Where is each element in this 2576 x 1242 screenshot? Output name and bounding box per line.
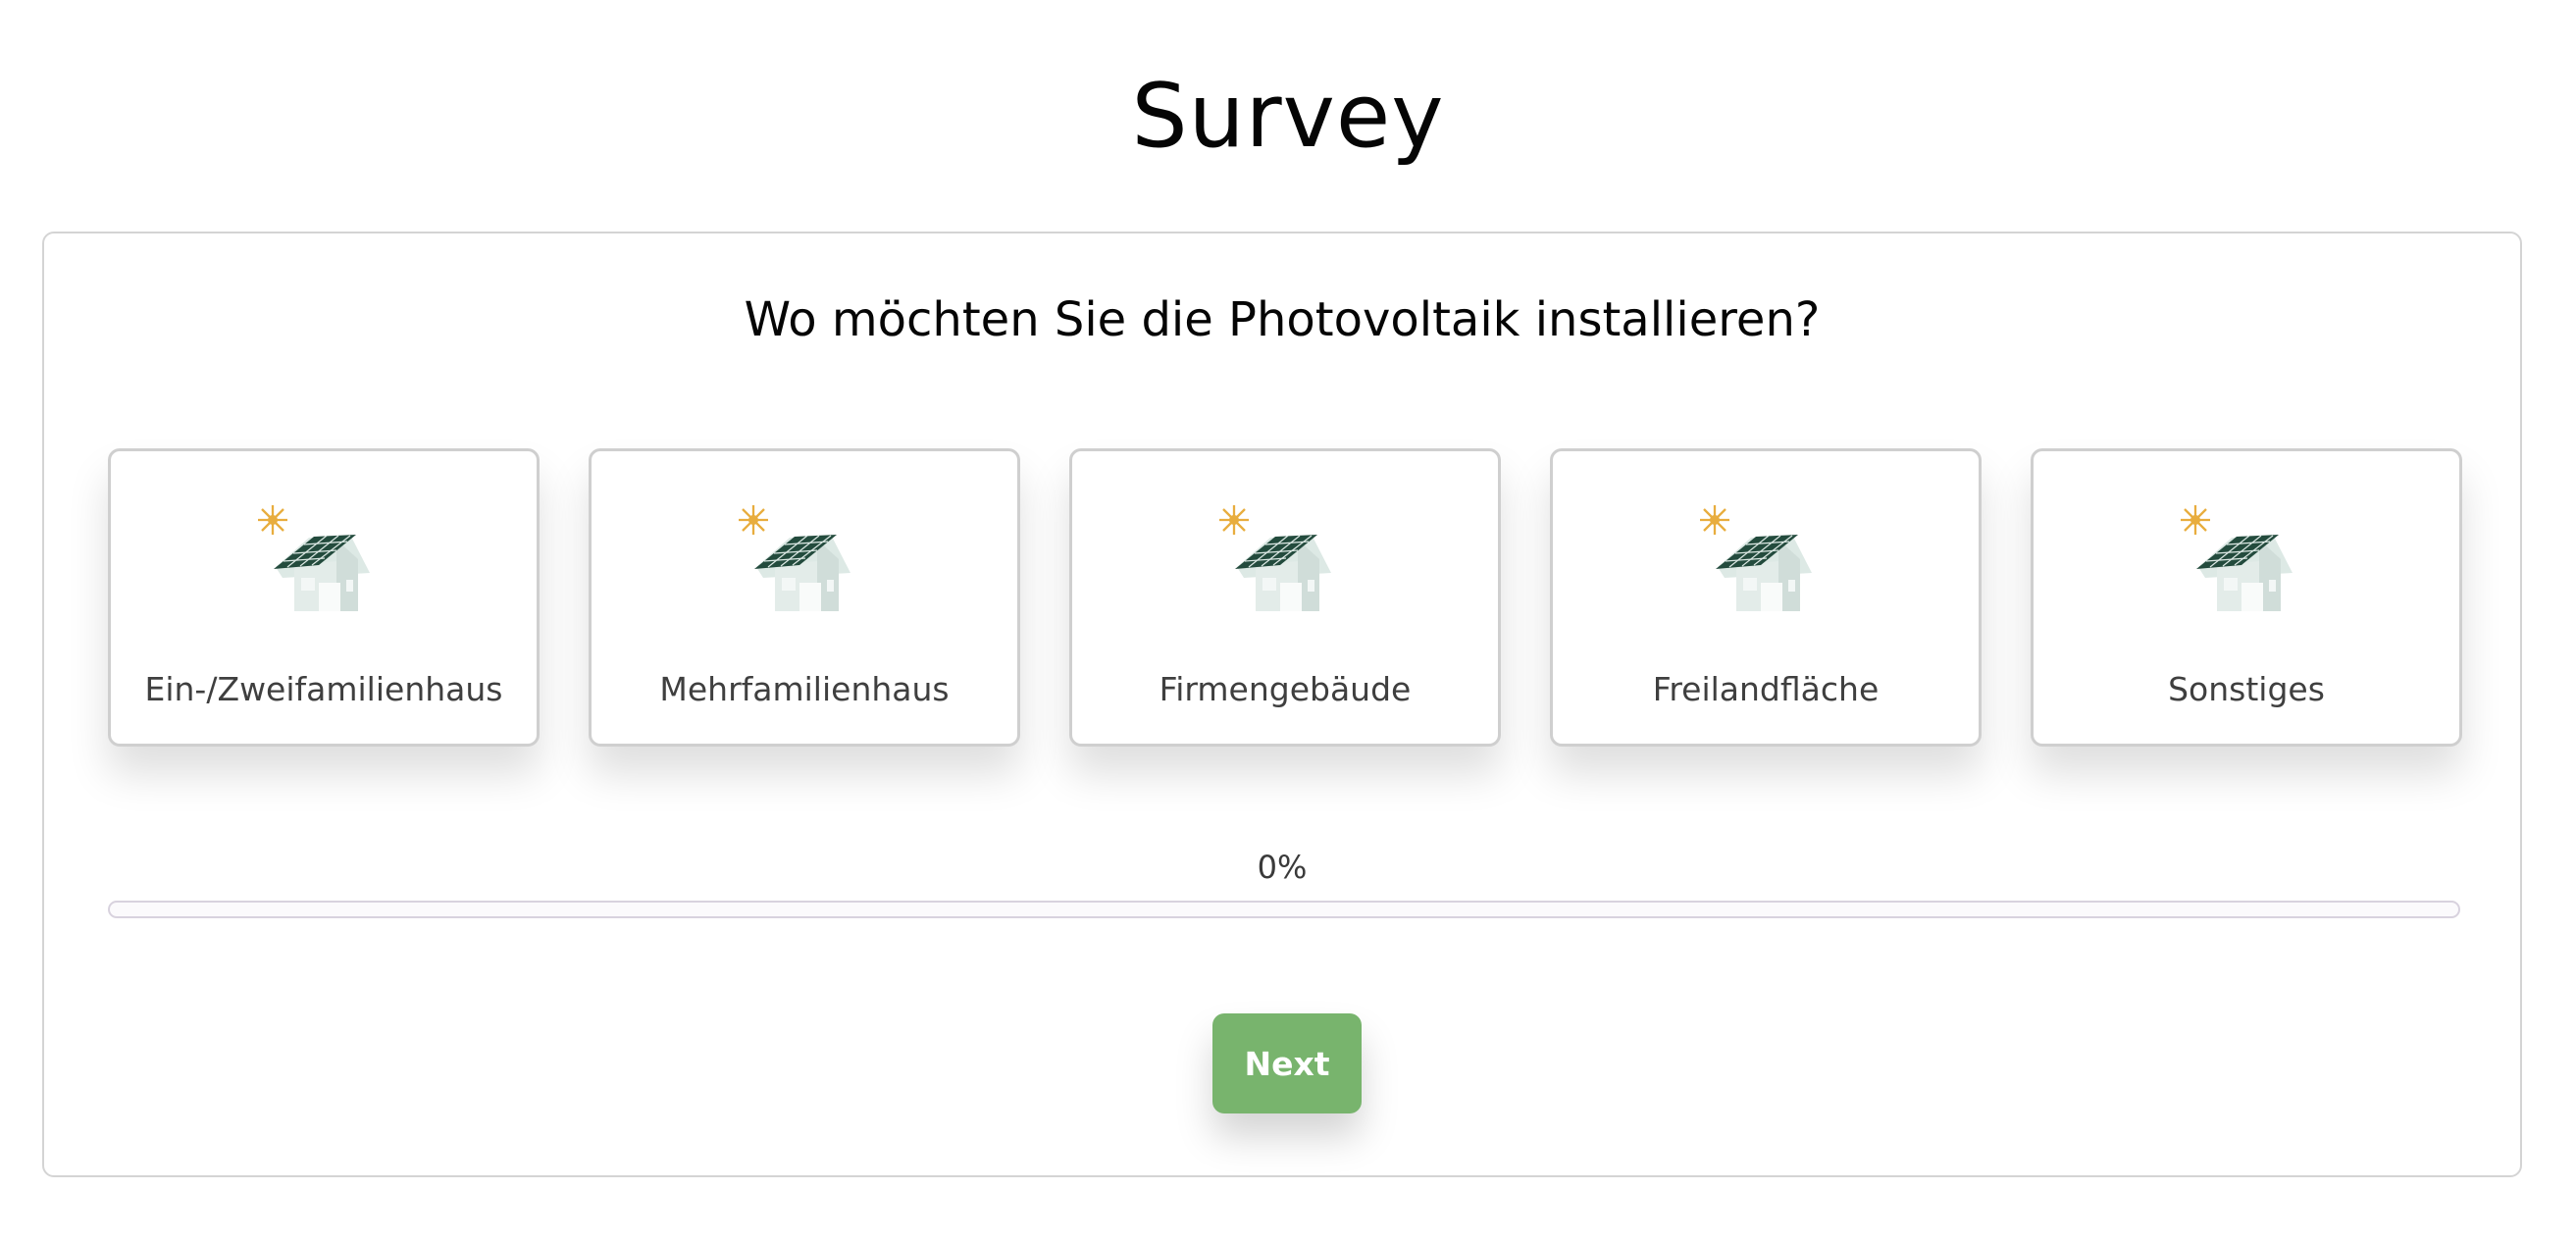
option-label: Mehrfamilienhaus [659, 670, 950, 708]
option-label: Freilandfläche [1652, 670, 1880, 708]
option-list: Ein-/Zweifamilienhaus Mehrfamilienhaus F… [108, 448, 2462, 747]
house-solar-icon [1219, 505, 1331, 611]
house-solar-icon [1700, 505, 1812, 611]
option-card-sonstiges[interactable]: Sonstiges [2031, 448, 2462, 747]
option-label: Sonstiges [2168, 670, 2325, 708]
house-solar-icon [739, 505, 850, 611]
house-solar-icon [2181, 505, 2293, 611]
option-card-freilandflaeche[interactable]: Freilandfläche [1550, 448, 1982, 747]
next-button[interactable]: Next [1212, 1013, 1362, 1113]
survey-question: Wo möchten Sie die Photovoltaik installi… [744, 292, 1821, 347]
progress-bar [108, 901, 2460, 918]
page-title: Survey [1131, 65, 1445, 168]
house-solar-icon [258, 505, 370, 611]
option-card-firmengebaeude[interactable]: Firmengebäude [1069, 448, 1501, 747]
survey-card: Wo möchten Sie die Photovoltaik installi… [42, 232, 2522, 1177]
option-label: Ein-/Zweifamilienhaus [144, 670, 503, 708]
progress-percent-label: 0% [1257, 849, 1308, 886]
option-card-mehrfamilienhaus[interactable]: Mehrfamilienhaus [589, 448, 1020, 747]
option-label: Firmengebäude [1159, 670, 1412, 708]
option-card-ein-zweifamilienhaus[interactable]: Ein-/Zweifamilienhaus [108, 448, 540, 747]
